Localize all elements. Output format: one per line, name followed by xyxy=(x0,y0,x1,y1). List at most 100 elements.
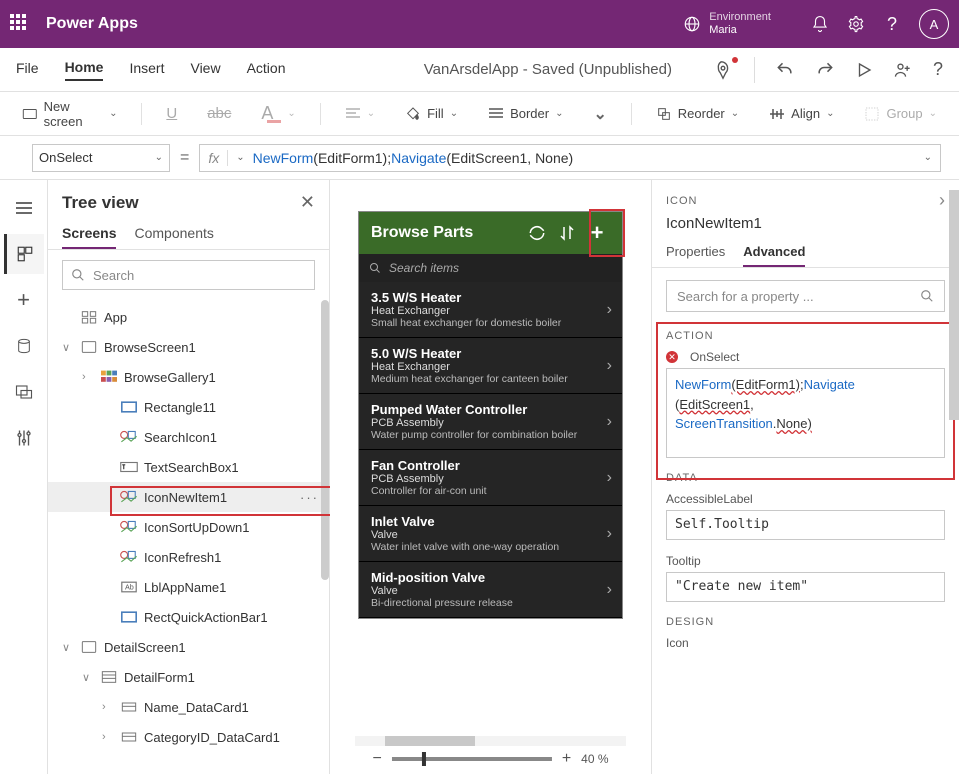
format-more-button[interactable]: ⌄ xyxy=(588,100,613,128)
list-item[interactable]: Inlet ValveValveWater inlet valve with o… xyxy=(359,506,622,562)
tree-tab-components[interactable]: Components xyxy=(134,219,213,249)
tree-node-iconsortupdown1[interactable]: IconSortUpDown1 xyxy=(48,512,329,542)
tree-node-rectangle11[interactable]: Rectangle11 xyxy=(48,392,329,422)
redo-icon[interactable] xyxy=(815,60,835,80)
phone-header: Browse Parts + xyxy=(359,212,622,254)
expand-icon[interactable]: › xyxy=(939,190,945,211)
iconctl-icon xyxy=(120,549,138,565)
border-button[interactable]: Border⌄ xyxy=(482,102,569,125)
canvas[interactable]: Browse Parts + Search items 3 xyxy=(330,180,651,774)
chevron-right-icon: › xyxy=(607,413,612,431)
close-icon[interactable]: ✕ xyxy=(300,192,315,213)
undo-icon[interactable] xyxy=(775,60,795,80)
menu-insert[interactable]: Insert xyxy=(129,60,164,80)
rail-media[interactable] xyxy=(4,372,44,412)
onselect-label: OnSelect xyxy=(690,350,739,364)
tree-node-name_datacard1[interactable]: ›Name_DataCard1 xyxy=(48,692,329,722)
props-tab-advanced[interactable]: Advanced xyxy=(743,238,805,267)
tree-search-input[interactable]: Search xyxy=(62,260,315,290)
font-color-button[interactable]: A⌄ xyxy=(255,99,301,128)
section-action: ACTION xyxy=(666,330,945,342)
chevron-right-icon: › xyxy=(607,469,612,487)
help-icon[interactable]: ? xyxy=(883,15,901,33)
tree-node-browsescreen1[interactable]: ∨BrowseScreen1 xyxy=(48,332,329,362)
tree-node-textsearchbox1[interactable]: TextSearchBox1 xyxy=(48,452,329,482)
property-dropdown[interactable]: OnSelect⌄ xyxy=(32,144,170,172)
new-screen-button[interactable]: New screen⌄ xyxy=(16,95,123,133)
list-item[interactable]: 5.0 W/S HeaterHeat ExchangerMedium heat … xyxy=(359,338,622,394)
app-checker-icon[interactable] xyxy=(712,59,734,81)
zoom-in-icon[interactable]: + xyxy=(562,750,571,768)
menu-home[interactable]: Home xyxy=(65,59,104,81)
list-item[interactable]: Mid-position ValveValveBi-directional pr… xyxy=(359,562,622,618)
play-icon[interactable] xyxy=(855,61,873,79)
rail-insert[interactable]: + xyxy=(4,280,44,320)
fill-button[interactable]: Fill⌄ xyxy=(399,102,464,126)
tree-node-categoryid_datacard1[interactable]: ›CategoryID_DataCard1 xyxy=(48,722,329,752)
left-rail: + xyxy=(0,180,48,774)
tooltip-input[interactable]: "Create new item" xyxy=(666,572,945,602)
search-icon xyxy=(369,262,381,274)
env-kind-label: Environment xyxy=(709,11,771,24)
textbox-icon xyxy=(120,459,138,475)
menu-action[interactable]: Action xyxy=(247,60,286,80)
list-item[interactable]: Pumped Water ControllerPCB AssemblyWater… xyxy=(359,394,622,450)
rail-hamburger[interactable] xyxy=(4,188,44,228)
search-icon xyxy=(920,289,934,303)
error-icon: ✕ xyxy=(666,351,678,363)
list-item[interactable]: 3.5 W/S HeaterHeat ExchangerSmall heat e… xyxy=(359,282,622,338)
props-tab-properties[interactable]: Properties xyxy=(666,238,725,267)
chevron-right-icon: › xyxy=(607,581,612,599)
screen-icon xyxy=(80,639,98,655)
zoom-control[interactable]: − + 40 % xyxy=(372,750,608,768)
phone-search[interactable]: Search items xyxy=(359,254,622,282)
align-button[interactable]: Align⌄ xyxy=(763,102,840,125)
form-icon xyxy=(100,669,118,685)
underline-button[interactable]: U xyxy=(160,101,183,126)
tree-node-app[interactable]: App xyxy=(48,302,329,332)
list-item[interactable]: Fan ControllerPCB AssemblyController for… xyxy=(359,450,622,506)
menu-view[interactable]: View xyxy=(190,60,220,80)
accessiblelabel-input[interactable]: Self.Tooltip xyxy=(666,510,945,540)
tree-node-detailform1[interactable]: ∨DetailForm1 xyxy=(48,662,329,692)
help-icon2[interactable]: ? xyxy=(933,59,943,80)
formula-input[interactable]: fx⌄ NewForm(EditForm1);Navigate(EditScre… xyxy=(199,144,941,172)
align-text-button[interactable]: ⌄ xyxy=(339,103,381,125)
rail-data[interactable] xyxy=(4,326,44,366)
onselect-code-input[interactable]: NewForm(EditForm1);Navigate(EditScreen1,… xyxy=(666,368,945,458)
tree-scrollbar[interactable] xyxy=(321,300,329,580)
props-scrollbar[interactable] xyxy=(949,190,959,420)
reorder-button[interactable]: Reorder⌄ xyxy=(650,102,745,126)
props-search-input[interactable]: Search for a property ... xyxy=(666,280,945,312)
add-icon[interactable]: + xyxy=(584,220,610,246)
tree-node-iconnewitem1[interactable]: IconNewItem1··· xyxy=(48,482,329,512)
section-design: DESIGN xyxy=(666,616,945,628)
tree-node-rectquickactionbar1[interactable]: RectQuickActionBar1 xyxy=(48,602,329,632)
share-icon[interactable] xyxy=(893,60,913,80)
chevron-right-icon: › xyxy=(607,357,612,375)
environment-picker[interactable]: Environment Maria xyxy=(683,11,771,36)
rail-tree-view[interactable] xyxy=(4,234,44,274)
sort-icon[interactable] xyxy=(554,220,580,246)
accessiblelabel-label: AccessibleLabel xyxy=(666,492,945,506)
tree-node-detailscreen1[interactable]: ∨DetailScreen1 xyxy=(48,632,329,662)
tree-node-browsegallery1[interactable]: ›BrowseGallery1 xyxy=(48,362,329,392)
menu-file[interactable]: File xyxy=(16,60,39,80)
app-state-label: VanArsdelApp - Saved (Unpublished) xyxy=(424,61,672,78)
group-button[interactable]: Group⌄ xyxy=(858,102,943,126)
tree-node-searchicon1[interactable]: SearchIcon1 xyxy=(48,422,329,452)
canvas-h-scrollbar[interactable] xyxy=(355,736,626,746)
zoom-out-icon[interactable]: − xyxy=(372,750,381,768)
tree-node-lblappname1[interactable]: AbLblAppName1 xyxy=(48,572,329,602)
strikethrough-button[interactable]: abc xyxy=(201,101,237,126)
rail-advanced-tools[interactable] xyxy=(4,418,44,458)
more-icon[interactable]: ··· xyxy=(300,490,319,505)
notifications-icon[interactable] xyxy=(811,15,829,33)
app-launcher-icon[interactable] xyxy=(10,14,30,34)
refresh-icon[interactable] xyxy=(524,220,550,246)
zoom-slider[interactable] xyxy=(392,757,552,761)
settings-icon[interactable] xyxy=(847,15,865,33)
tree-node-iconrefresh1[interactable]: IconRefresh1 xyxy=(48,542,329,572)
tree-tab-screens[interactable]: Screens xyxy=(62,219,116,249)
avatar[interactable]: A xyxy=(919,9,949,39)
